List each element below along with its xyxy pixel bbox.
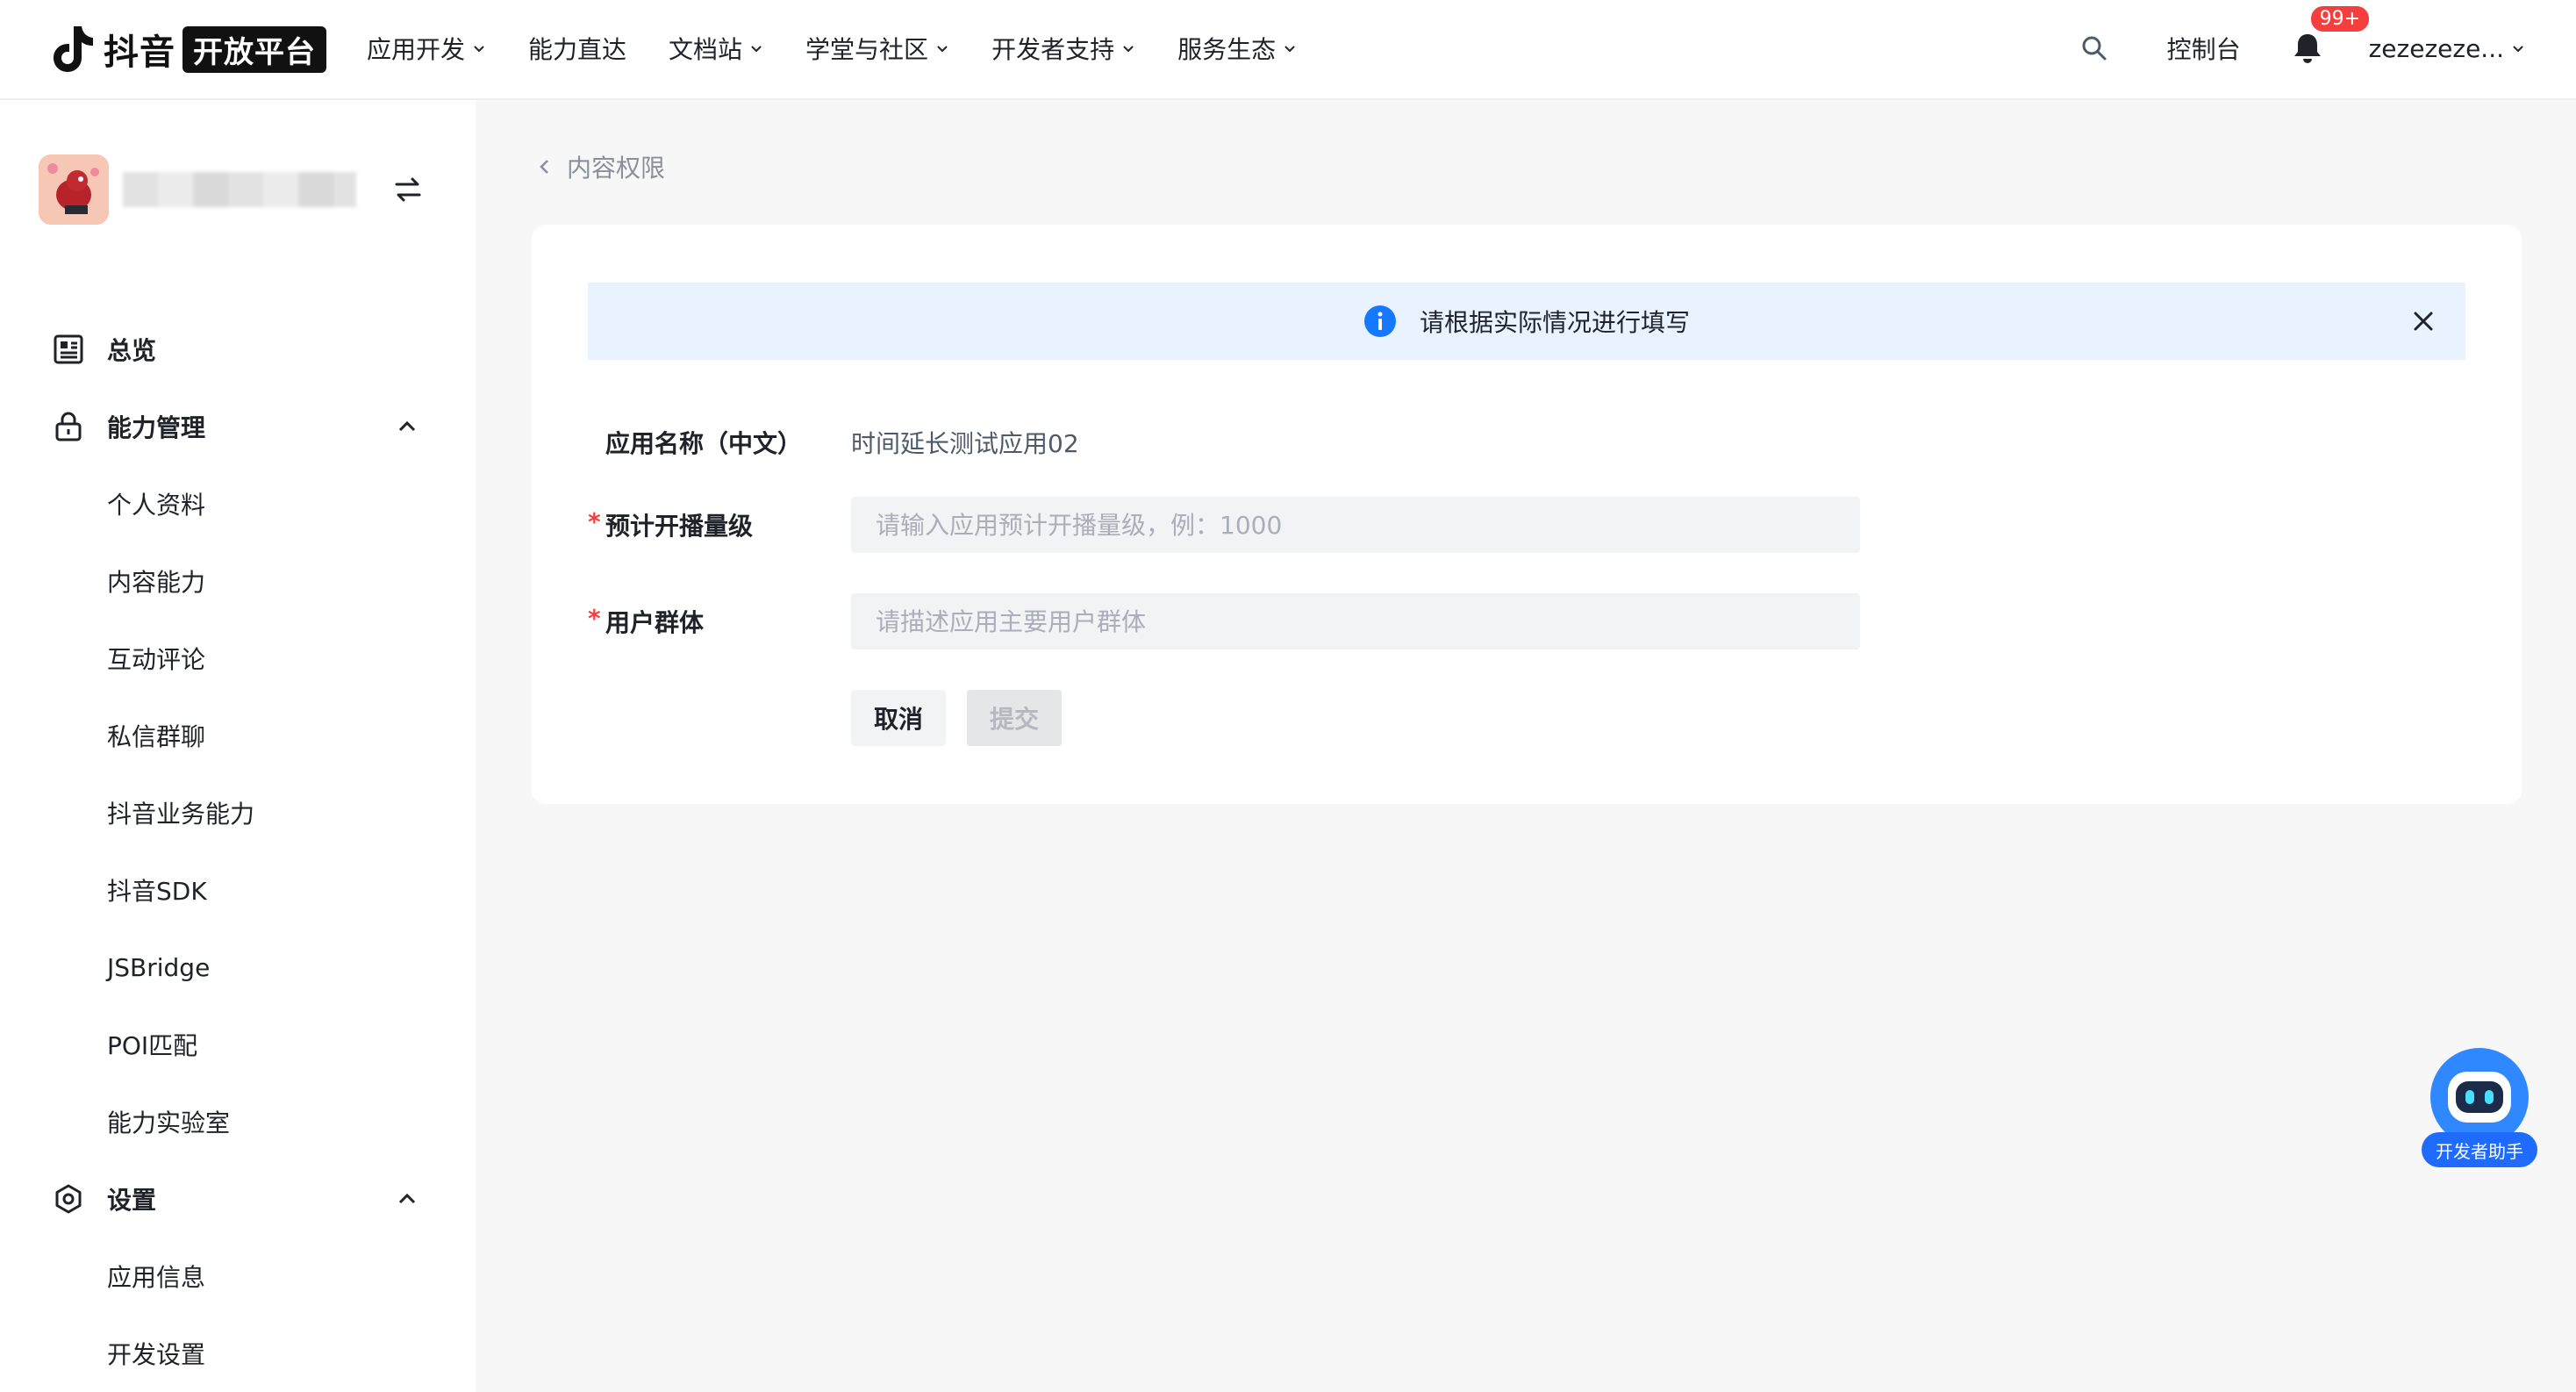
sidebar-item-content-capability[interactable]: 内容能力: [0, 542, 476, 620]
sidebar-group-settings[interactable]: 设置: [0, 1160, 476, 1238]
form-row-app-name: 应用名称（中文） 时间延长测试应用02: [588, 414, 1079, 470]
user-group-input[interactable]: [851, 593, 1860, 649]
submit-button[interactable]: 提交: [967, 690, 1063, 746]
developer-assistant-button[interactable]: 开发者助手: [2422, 1048, 2537, 1171]
nav-docs[interactable]: 文档站: [669, 31, 763, 66]
sidebar-item-jsbridge[interactable]: JSBridge: [0, 929, 476, 1006]
broadcast-scale-input[interactable]: [851, 497, 1860, 553]
top-right-actions: 控制台 99+ zezezeze...: [2079, 0, 2525, 97]
chevron-left-icon: [540, 160, 548, 174]
main-nav: 应用开发 能力直达 文档站 学堂与社区 开发者支持 服务生态: [367, 0, 1339, 97]
sidebar: 总览 能力管理 个人资料 内容能力 互动评论 私信群聊 抖音业务能力 抖音SDK…: [0, 100, 476, 1392]
nav-app-development[interactable]: 应用开发: [367, 31, 486, 66]
sidebar-item-interactive-comments[interactable]: 互动评论: [0, 620, 476, 697]
notifications-button[interactable]: 99+: [2290, 4, 2372, 66]
close-icon[interactable]: [2409, 307, 2437, 335]
swap-app-icon[interactable]: [393, 175, 423, 204]
form-card: 请根据实际情况进行填写 应用名称（中文） 时间延长测试应用02 * 预计开播量级 …: [532, 225, 2522, 804]
sidebar-group-capability-management[interactable]: 能力管理: [0, 388, 476, 465]
chevron-down-icon: [1284, 46, 1295, 53]
nav-service-ecosystem[interactable]: 服务生态: [1177, 31, 1297, 66]
chevron-down-icon: [474, 46, 484, 53]
required-mark: *: [588, 507, 601, 536]
page-title: 内容权限: [567, 154, 666, 183]
logo-badge: 开放平台: [182, 25, 326, 73]
top-navigation-bar: 抖音 开放平台 应用开发 能力直达 文档站 学堂与社区 开发者支持 服务生态 控…: [0, 0, 2576, 100]
sidebar-item-douyin-business[interactable]: 抖音业务能力: [0, 774, 476, 851]
lock-icon: [55, 412, 82, 441]
sidebar-item-capability-lab[interactable]: 能力实验室: [0, 1083, 476, 1160]
search-icon[interactable]: [2079, 33, 2109, 63]
app-name-redacted: [123, 172, 356, 207]
sidebar-menu: 总览 能力管理 个人资料 内容能力 互动评论 私信群聊 抖音业务能力 抖音SDK…: [0, 311, 476, 1392]
sidebar-item-overview[interactable]: 总览: [0, 311, 476, 388]
settings-icon: [55, 1184, 82, 1214]
sidebar-item-private-group-chat[interactable]: 私信群聊: [0, 697, 476, 774]
nav-academy-community[interactable]: 学堂与社区: [805, 31, 949, 66]
assistant-label: 开发者助手: [2422, 1132, 2537, 1167]
user-menu[interactable]: zezezeze...: [2369, 34, 2525, 63]
chevron-down-icon: [751, 46, 762, 53]
sidebar-item-poi-matching[interactable]: POI匹配: [0, 1006, 476, 1083]
info-icon: [1363, 305, 1396, 337]
sidebar-item-app-info[interactable]: 应用信息: [0, 1238, 476, 1315]
nav-capability-direct[interactable]: 能力直达: [528, 31, 626, 66]
notification-count-badge: 99+: [2308, 4, 2372, 33]
chevron-down-icon: [1123, 46, 1134, 53]
chevron-up-icon: [398, 420, 416, 432]
alert-text: 请根据实际情况进行填写: [1419, 308, 1690, 337]
form-actions: 取消 提交: [851, 690, 1063, 746]
app-switcher: [39, 154, 423, 225]
sidebar-item-douyin-sdk[interactable]: 抖音SDK: [0, 851, 476, 929]
console-link[interactable]: 控制台: [2167, 31, 2241, 66]
app-avatar: [39, 154, 109, 225]
sidebar-item-profile[interactable]: 个人资料: [0, 465, 476, 542]
bell-icon: [2293, 34, 2321, 63]
user-group-label: * 用户群体: [588, 604, 705, 637]
form-row-user-group: * 用户群体: [588, 593, 1860, 649]
nav-developer-support[interactable]: 开发者支持: [991, 31, 1135, 66]
info-alert: 请根据实际情况进行填写: [588, 283, 2465, 360]
app-avatar-illustration: [39, 154, 109, 225]
app-name-label: 应用名称（中文）: [605, 429, 803, 458]
logo-word: 抖音: [104, 32, 175, 73]
required-mark: *: [588, 604, 601, 633]
chevron-up-icon: [398, 1193, 416, 1204]
form-row-broadcast-scale: * 预计开播量级: [588, 497, 1860, 553]
douyin-note-icon: [54, 26, 93, 72]
douyin-open-platform-logo[interactable]: 抖音 开放平台: [51, 23, 326, 75]
chevron-down-icon: [2513, 46, 2523, 53]
cancel-button[interactable]: 取消: [851, 690, 947, 746]
app-name-value: 时间延长测试应用02: [851, 429, 1079, 458]
username: zezezeze...: [2368, 33, 2504, 63]
broadcast-scale-label: * 预计开播量级: [588, 507, 754, 541]
sidebar-item-dev-settings[interactable]: 开发设置: [0, 1315, 476, 1392]
chevron-down-icon: [937, 46, 948, 53]
back-link[interactable]: 内容权限: [535, 149, 665, 184]
overview-icon: [54, 334, 83, 364]
